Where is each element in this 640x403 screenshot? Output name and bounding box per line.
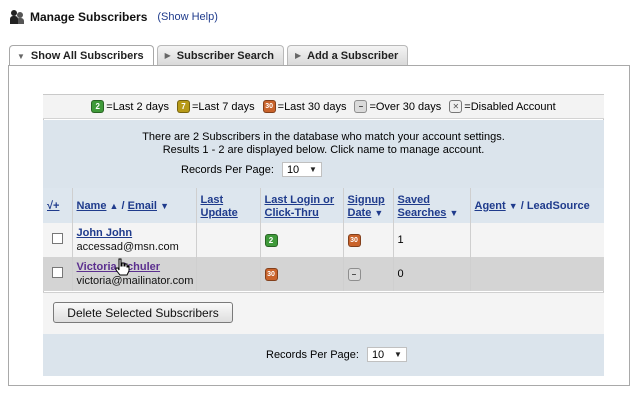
records-per-page-label: Records Per Page:: [181, 163, 274, 176]
select-value: 10: [286, 163, 300, 176]
saved-searches-cell: 1: [393, 223, 471, 257]
legend-label: =Last 7 days: [191, 100, 255, 113]
disabled-account-icon: ✕: [449, 100, 463, 113]
results-summary: There are 2 Subscribers in the database …: [142, 131, 505, 143]
leadsource-label: / LeadSource: [520, 200, 590, 212]
subscriber-name-link[interactable]: John John: [77, 227, 192, 239]
records-per-page-label: Records Per Page:: [266, 348, 359, 361]
green-badge-icon: 2: [91, 100, 105, 113]
bulk-actions: Delete Selected Subscribers: [43, 292, 604, 334]
tab-add-subscriber[interactable]: ▶ Add a Subscriber: [286, 45, 409, 65]
records-per-page-select[interactable]: 10 ▼: [281, 162, 322, 177]
page-header: Manage Subscribers (Show Help): [10, 8, 218, 26]
table-footer: Records Per Page: 10 ▼: [43, 334, 604, 376]
select-all-header[interactable]: √+: [43, 188, 73, 223]
legend-label: =Last 2 days: [106, 100, 169, 113]
sort-agent-link[interactable]: Agent: [475, 200, 506, 212]
legend-item: 2 =Last 2 days: [91, 100, 169, 113]
green-badge-icon: 2: [264, 233, 278, 247]
header-line: Saved: [397, 193, 430, 206]
tab-label: Add a Subscriber: [307, 49, 399, 62]
tab-label: Show All Subscribers: [30, 50, 144, 62]
legend-item: – =Over 30 days: [354, 100, 441, 113]
legend-item: 7 =Last 7 days: [176, 100, 255, 113]
legend-item: 30 =Last 30 days: [262, 100, 347, 113]
tab-bar: ▼ Show All Subscribers ▶ Subscriber Sear…: [9, 45, 411, 66]
sort-up-icon[interactable]: ▲: [110, 201, 119, 211]
row-select-cell: [43, 257, 73, 291]
tab-right-arrow-icon: ▶: [164, 51, 171, 60]
name-email-header: Name ▲ / Email ▼: [72, 188, 197, 223]
header-line: Last Login or: [264, 193, 335, 206]
saved-searches-cell: 0: [393, 257, 471, 291]
gray-badge-icon: –: [354, 100, 368, 113]
last-login-cell: 2: [260, 223, 344, 257]
results-info: There are 2 Subscribers in the database …: [43, 120, 604, 188]
tab-right-arrow-icon: ▶: [294, 51, 302, 60]
sort-name-link[interactable]: Name: [77, 200, 107, 212]
legend-label: =Last 30 days: [277, 100, 347, 113]
last-update-cell: [196, 223, 261, 257]
records-per-page-select[interactable]: 10 ▼: [366, 347, 407, 362]
signup-date-cell: 30: [343, 223, 394, 257]
delete-selected-button[interactable]: Delete Selected Subscribers: [53, 302, 233, 323]
select-value: 10: [371, 348, 385, 361]
records-per-page-top: Records Per Page: 10 ▼: [181, 162, 322, 177]
signup-date-cell: –: [343, 257, 394, 291]
page-title: Manage Subscribers: [30, 10, 148, 24]
saved-searches-header[interactable]: Saved Searches ▼: [393, 188, 471, 223]
header-line: Click-Thru: [264, 206, 319, 219]
last-login-header[interactable]: Last Login or Click-Thru: [260, 188, 344, 223]
select-all-label: √+: [47, 200, 60, 212]
header-line: Date: [347, 206, 372, 219]
row-checkbox[interactable]: [51, 267, 63, 278]
header-line: Last: [200, 193, 224, 206]
tab-label: Subscriber Search: [176, 49, 274, 62]
status-legend: 2 =Last 2 days 7 =Last 7 days 30 =Last 3…: [43, 95, 604, 119]
subscriber-email: victoria@mailinator.com: [76, 275, 194, 287]
legend-label: =Over 30 days: [369, 100, 442, 113]
chevron-down-icon: ▼: [309, 165, 317, 174]
agent-leadsource-header: Agent ▼ / LeadSource: [470, 188, 604, 223]
yellow-badge-icon: 7: [176, 100, 190, 113]
header-line: Searches: [397, 206, 447, 219]
tab-down-arrow-icon: ▼: [17, 51, 25, 61]
sort-down-icon[interactable]: ▼: [509, 201, 518, 211]
gray-badge-icon: –: [347, 267, 361, 281]
sort-down-icon[interactable]: ▼: [374, 208, 383, 218]
legend-label: =Disabled Account: [464, 100, 556, 113]
row-checkbox[interactable]: [51, 233, 63, 244]
results-range: Results 1 - 2 are displayed below. Click…: [162, 144, 485, 156]
hand-pointer-cursor-icon: [115, 258, 130, 276]
subscriber-name-link[interactable]: Victoria Schuler: [77, 261, 192, 273]
name-email-cell: Victoria Schuler victoria@mailinator.com: [72, 257, 197, 291]
header-line: Signup: [347, 193, 385, 206]
legend-item: ✕ =Disabled Account: [449, 100, 556, 113]
row-select-cell: [43, 223, 73, 257]
tab-subscriber-search[interactable]: ▶ Subscriber Search: [156, 45, 284, 65]
sort-email-link[interactable]: Email: [128, 200, 157, 212]
header-line: Update: [200, 206, 238, 219]
records-per-page-bottom: Records Per Page: 10 ▼: [266, 347, 407, 362]
tab-show-all-subscribers[interactable]: ▼ Show All Subscribers: [9, 45, 154, 66]
chevron-down-icon: ▼: [394, 350, 402, 359]
table-row: John John accessad@msn.com 2 30 1: [43, 223, 604, 257]
agent-cell: [470, 223, 604, 257]
orange-badge-icon: 30: [264, 268, 278, 281]
last-update-cell: [196, 257, 261, 291]
agent-cell: [470, 257, 604, 291]
orange-badge-icon: 30: [262, 100, 276, 113]
table-header-row: √+ Name ▲ / Email ▼ Last Update Last Log…: [43, 188, 604, 223]
signup-date-header[interactable]: Signup Date ▼: [343, 188, 394, 223]
sort-down-icon[interactable]: ▼: [450, 208, 459, 218]
name-email-cell: John John accessad@msn.com: [72, 223, 197, 257]
last-update-header[interactable]: Last Update: [196, 188, 261, 223]
show-help-link[interactable]: (Show Help): [157, 11, 218, 23]
subscriber-email: accessad@msn.com: [76, 241, 179, 253]
sort-down-icon[interactable]: ▼: [160, 201, 169, 211]
last-login-cell: 30: [260, 257, 344, 291]
subscribers-icon: [10, 10, 24, 24]
orange-badge-icon: 30: [347, 234, 361, 247]
